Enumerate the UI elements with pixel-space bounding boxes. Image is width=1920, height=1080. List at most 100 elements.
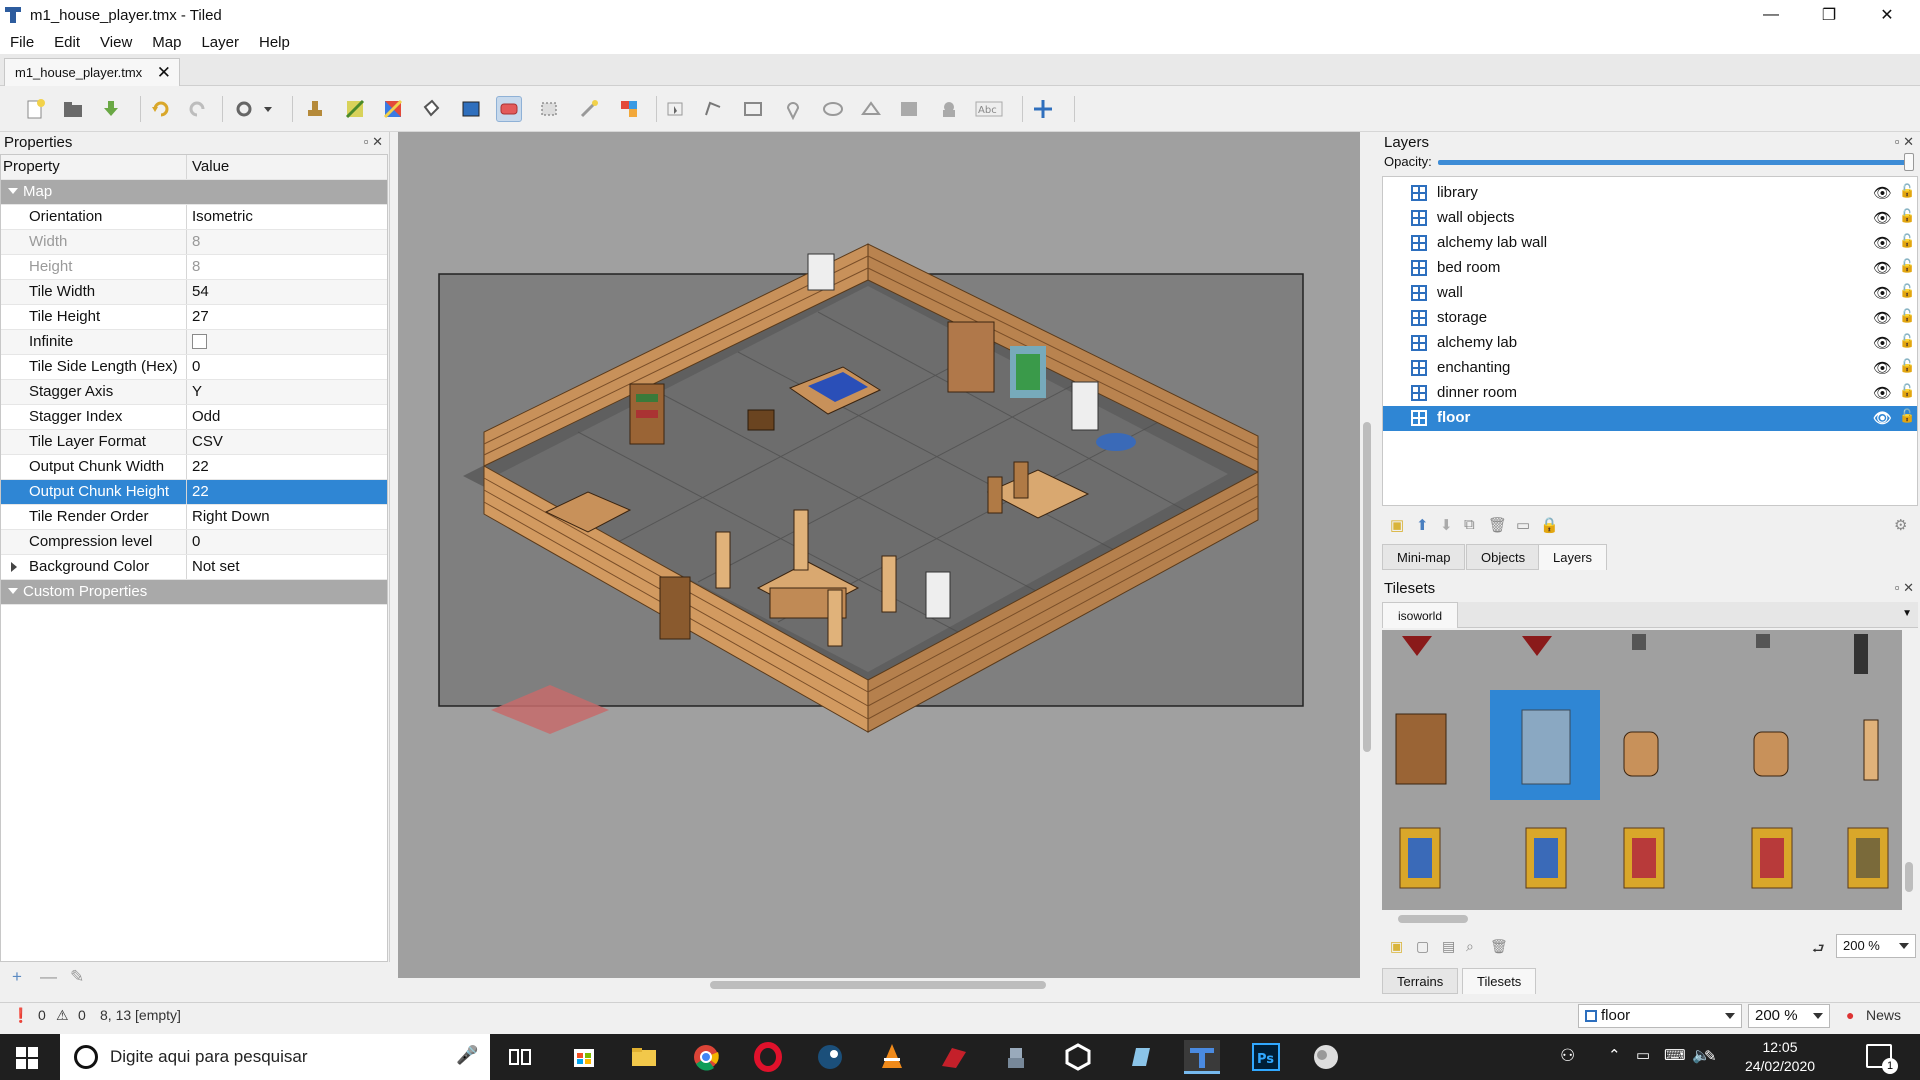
photoshop-icon[interactable]: Ps: [1248, 1040, 1284, 1074]
insert-polygon-icon[interactable]: [858, 96, 884, 122]
menu-view[interactable]: View: [90, 34, 142, 51]
group-custom-properties[interactable]: Custom Properties: [1, 580, 387, 605]
menu-layer[interactable]: Layer: [191, 34, 249, 51]
bucket-fill-icon[interactable]: [418, 96, 444, 122]
duplicate-layer-icon[interactable]: ⧉: [1464, 516, 1475, 533]
remove-property-button[interactable]: —: [40, 967, 57, 987]
prop-row-output-chunk-width[interactable]: Output Chunk Width 22: [1, 455, 387, 480]
prop-row-tile-width[interactable]: Tile Width 54: [1, 280, 387, 305]
new-tileset-icon[interactable]: ▣: [1390, 938, 1403, 955]
prop-row-tile-layer-format[interactable]: Tile Layer Format CSV: [1, 430, 387, 455]
edit-tileset-icon[interactable]: ⌕: [1466, 938, 1474, 955]
layer-select[interactable]: floor: [1578, 1004, 1742, 1028]
tileset-vertical-scrollbar[interactable]: [1902, 630, 1916, 910]
panel-float-close-buttons[interactable]: ▫ ✕: [364, 134, 383, 150]
infinite-checkbox[interactable]: [192, 333, 207, 349]
lock-icon[interactable]: 🔓: [1899, 333, 1915, 349]
taskbar-clock[interactable]: 12:05 24/02/2020: [1730, 1038, 1830, 1076]
tileset-zoom-select[interactable]: 200 %: [1836, 934, 1916, 958]
chrome-icon[interactable]: [688, 1040, 724, 1074]
terrain-brush-icon[interactable]: [342, 96, 368, 122]
layer-item-alchemy-lab-wall[interactable]: alchemy lab wall 👁 🔓: [1383, 231, 1917, 256]
lock-other-layers-icon[interactable]: 🔒: [1540, 516, 1559, 534]
visibility-eye-icon[interactable]: 👁: [1873, 359, 1892, 377]
insert-tile-icon[interactable]: [896, 96, 922, 122]
lock-icon[interactable]: 🔓: [1899, 208, 1915, 224]
menu-file[interactable]: File: [0, 34, 44, 51]
tray-chevron-up-icon[interactable]: ⌃: [1608, 1046, 1621, 1064]
battery-icon[interactable]: ▭: [1636, 1046, 1650, 1064]
pen-icon[interactable]: ✎: [1704, 1047, 1717, 1065]
tab-mini-map[interactable]: Mini-map: [1382, 544, 1466, 570]
layer-item-wall-objects[interactable]: wall objects 👁 🔓: [1383, 206, 1917, 231]
prop-row-background-color[interactable]: Background Color Not set: [1, 555, 387, 580]
lock-icon[interactable]: 🔓: [1899, 408, 1915, 424]
lock-icon[interactable]: 🔓: [1899, 258, 1915, 274]
prop-row-tile-side-length[interactable]: Tile Side Length (Hex) 0: [1, 355, 387, 380]
lock-icon[interactable]: 🔓: [1899, 283, 1915, 299]
menu-map[interactable]: Map: [142, 34, 191, 51]
insert-rectangle-icon[interactable]: [740, 96, 766, 122]
tab-tilesets[interactable]: Tilesets: [1462, 968, 1537, 994]
prop-row-compression-level[interactable]: Compression level 0: [1, 530, 387, 555]
export-tileset-icon[interactable]: ▤: [1442, 938, 1455, 955]
new-map-icon[interactable]: [22, 96, 48, 122]
windows-start-icon[interactable]: [16, 1047, 38, 1069]
prop-row-tile-render-order[interactable]: Tile Render Order Right Down: [1, 505, 387, 530]
lower-layer-icon[interactable]: ⬇: [1440, 516, 1453, 534]
prop-row-stagger-axis[interactable]: Stagger Axis Y: [1, 380, 387, 405]
tab-terrains[interactable]: Terrains: [1382, 968, 1459, 994]
layer-item-storage[interactable]: storage 👁 🔓: [1383, 306, 1917, 331]
lock-icon[interactable]: 🔓: [1899, 383, 1915, 399]
visibility-eye-icon[interactable]: 👁: [1873, 334, 1892, 352]
raise-layer-icon[interactable]: ⬆: [1416, 516, 1429, 534]
warning-icon[interactable]: ⚠: [56, 1007, 69, 1024]
tileset-tab-isoworld[interactable]: isoworld: [1382, 602, 1458, 628]
menu-help[interactable]: Help: [249, 34, 300, 51]
app-icon-round[interactable]: [1308, 1040, 1344, 1074]
visibility-eye-icon[interactable]: 👁: [1873, 384, 1892, 402]
insert-point-icon[interactable]: [780, 96, 806, 122]
news-button[interactable]: News: [1866, 1007, 1901, 1023]
close-tab-icon[interactable]: ✕: [157, 63, 171, 83]
people-icon[interactable]: ⚇: [1560, 1046, 1575, 1066]
steam-icon[interactable]: [812, 1040, 848, 1074]
rename-property-icon[interactable]: ✎: [70, 967, 84, 987]
new-layer-icon[interactable]: ▣: [1390, 516, 1404, 534]
open-icon[interactable]: [60, 96, 86, 122]
vlc-icon[interactable]: [874, 1040, 910, 1074]
embed-tileset-icon[interactable]: ▢: [1416, 938, 1429, 955]
opacity-slider-handle[interactable]: [1904, 153, 1914, 171]
tileset-view[interactable]: [1382, 630, 1902, 910]
task-view-icon[interactable]: [502, 1040, 538, 1074]
panel-float-close-buttons[interactable]: ▫ ✕: [1895, 580, 1914, 596]
visibility-eye-icon[interactable]: 👁: [1873, 409, 1892, 427]
prop-row-output-chunk-height[interactable]: Output Chunk Height 22: [1, 480, 387, 505]
microphone-icon[interactable]: 🎤: [456, 1045, 478, 1066]
remove-tileset-icon[interactable]: 🗑: [1490, 938, 1508, 955]
store-icon[interactable]: [566, 1040, 602, 1074]
menu-edit[interactable]: Edit: [44, 34, 90, 51]
eraser-icon[interactable]: [496, 96, 522, 122]
opera-icon[interactable]: [750, 1040, 786, 1074]
lock-icon[interactable]: 🔓: [1899, 183, 1915, 199]
tileset-menu-chevron-icon[interactable]: ▼: [1902, 608, 1912, 619]
rect-select-icon[interactable]: [536, 96, 562, 122]
robot-app-icon[interactable]: [998, 1040, 1034, 1074]
tab-layers[interactable]: Layers: [1538, 544, 1608, 570]
visibility-eye-icon[interactable]: 👁: [1873, 309, 1892, 327]
delete-layer-icon[interactable]: 🗑: [1488, 516, 1507, 534]
taskbar-search-box[interactable]: Digite aqui para pesquisar 🎤: [60, 1034, 490, 1080]
opacity-slider[interactable]: [1438, 160, 1910, 165]
wang-brush-icon[interactable]: [380, 96, 406, 122]
lock-icon[interactable]: 🔓: [1899, 308, 1915, 324]
insert-template-icon[interactable]: [936, 96, 962, 122]
zoom-select[interactable]: 200 %: [1748, 1004, 1830, 1028]
layer-item-bed-room[interactable]: bed room 👁 🔓: [1383, 256, 1917, 281]
dynamic-wrapping-icon[interactable]: ⮐: [1812, 938, 1825, 962]
network-icon[interactable]: ⌨: [1664, 1046, 1686, 1064]
prop-row-infinite[interactable]: Infinite: [1, 330, 387, 355]
random-mode-icon[interactable]: [1030, 96, 1056, 122]
toggle-other-layers-icon[interactable]: ▭: [1516, 516, 1530, 534]
map-canvas[interactable]: [398, 132, 1360, 992]
